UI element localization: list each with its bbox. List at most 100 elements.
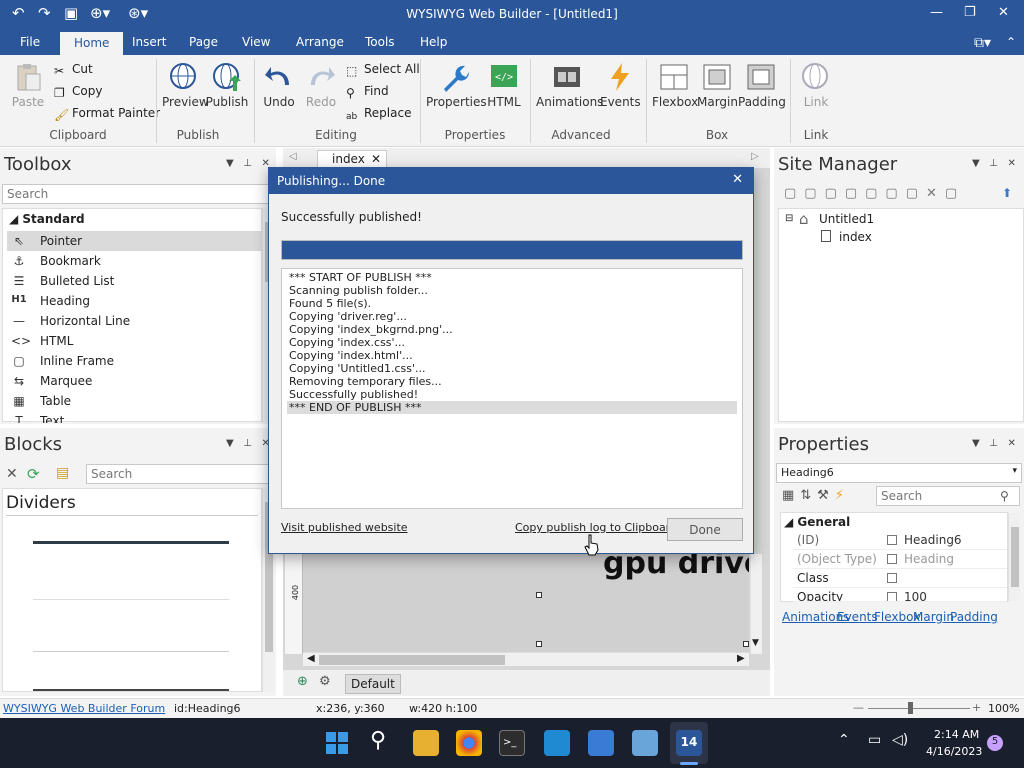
resize-handle[interactable] [536, 592, 542, 598]
scroll-thumb[interactable] [1011, 527, 1019, 587]
clock-date[interactable]: 4/16/2023 [926, 745, 982, 758]
blocks-search-input[interactable]: Search [86, 464, 272, 484]
scroll-down-icon[interactable]: ▼ [752, 638, 759, 648]
edit-icon[interactable] [887, 573, 897, 583]
margin-button[interactable]: Margin [697, 61, 738, 109]
properties-toolbar[interactable]: ▦⇅⚒⚡ [782, 488, 850, 503]
tray-chevron-icon[interactable]: ⌃ [838, 732, 850, 748]
toolbox-item-html[interactable]: <> HTML [7, 331, 263, 351]
layer-settings-icon[interactable]: ⚙ [319, 674, 331, 689]
app-icon[interactable] [544, 730, 570, 756]
menu-insert[interactable]: Insert [132, 35, 166, 49]
preview-button[interactable]: Preview [162, 61, 209, 109]
zoom-slider-thumb[interactable] [908, 702, 913, 714]
tab-scroll-left-icon[interactable]: ◁ [289, 151, 297, 162]
toolbox-item-inline-frame[interactable]: ▢ Inline Frame [7, 351, 263, 371]
toolbox-item-bulleted-list[interactable]: ☰ Bulleted List [7, 271, 263, 291]
divider-sample-thin[interactable] [33, 599, 229, 600]
terminal-icon[interactable]: >_ [499, 730, 525, 756]
layer-default[interactable]: Default [345, 674, 401, 694]
menu-page[interactable]: Page [189, 35, 218, 49]
redo-button[interactable]: Redo [304, 61, 338, 109]
scroll-right-icon[interactable]: ▶ [737, 653, 745, 664]
windows-start-icon[interactable] [324, 730, 350, 756]
toolbox-item-text[interactable]: T Text [7, 411, 263, 423]
property-row-object-type[interactable]: (Object Type) Heading [793, 550, 1007, 569]
link-padding[interactable]: Padding [950, 610, 998, 624]
move-up-icon[interactable]: ⬆ [1002, 186, 1012, 200]
edit-icon[interactable] [887, 592, 897, 601]
menu-arrange[interactable]: Arrange [296, 35, 344, 49]
find-button[interactable]: ⚲ Find [346, 84, 389, 100]
zoom-out-icon[interactable]: — [853, 701, 864, 714]
padding-button[interactable]: Padding [738, 61, 786, 109]
tree-page-index[interactable]: index [839, 230, 872, 244]
collapse-ribbon-icon[interactable]: ⌃ [1006, 35, 1016, 49]
properties-button[interactable]: Properties [426, 61, 487, 109]
menu-tools[interactable]: Tools [365, 35, 395, 49]
property-row-opacity[interactable]: Opacity 100 [793, 588, 1007, 602]
close-tab-icon[interactable]: ✕ [371, 152, 381, 166]
events-button[interactable]: Events [600, 61, 641, 109]
blocks-pane-buttons[interactable]: ▼ ⊥ ✕ [226, 438, 270, 449]
zoom-in-icon[interactable]: + [972, 701, 981, 714]
copy-log-link[interactable]: Copy publish log to Clipboard [515, 521, 677, 534]
notepad-icon[interactable] [588, 730, 614, 756]
format-painter-button[interactable]: 🖌 Format Painter [54, 106, 160, 122]
divider-sample-thick[interactable] [33, 541, 229, 544]
volume-icon[interactable]: ◁) [892, 732, 908, 748]
menu-help[interactable]: Help [420, 35, 447, 49]
menu-file[interactable]: File [20, 35, 40, 49]
toolbox-pane-buttons[interactable]: ▼ ⊥ ✕ [226, 158, 270, 169]
toolbox-item-heading[interactable]: H1 Heading [7, 291, 263, 311]
zoom-slider[interactable] [868, 708, 970, 709]
html-button[interactable]: </> HTML [484, 61, 524, 109]
toolbox-search-input[interactable]: Search [2, 184, 272, 204]
property-row-id[interactable]: (ID) Heading6 [793, 531, 1007, 550]
properties-scrollbar[interactable] [1008, 513, 1020, 601]
property-row-class[interactable]: Class [793, 569, 1007, 588]
animations-button[interactable]: Animations [536, 61, 603, 109]
resize-handle[interactable] [743, 641, 749, 647]
toolbox-item-horizontal-line[interactable]: — Horizontal Line [7, 311, 263, 331]
divider-sample-bottom[interactable] [33, 689, 229, 691]
design-canvas[interactable]: gpu driver [303, 546, 749, 654]
tab-scroll-right-icon[interactable]: ▷ [751, 151, 759, 162]
refresh-icon[interactable]: ⟳ [27, 465, 40, 483]
site-manager-toolbar[interactable]: ▢▢▢▢▢▢▢✕▢ [784, 186, 965, 201]
chrome-icon[interactable] [456, 730, 482, 756]
menu-home[interactable]: Home [60, 32, 124, 55]
toolbox-item-marquee[interactable]: ⇆ Marquee [7, 371, 263, 391]
forum-link[interactable]: WYSIWYG Web Builder Forum [3, 702, 165, 715]
tree-project[interactable]: Untitled1 [819, 212, 874, 226]
link-button[interactable]: Link [798, 61, 834, 109]
site-manager-pane-buttons[interactable]: ▼ ⊥ ✕ [972, 158, 1016, 169]
scroll-left-icon[interactable]: ◀ [307, 653, 315, 664]
notification-badge[interactable]: 5 [987, 735, 1003, 751]
folder-icon[interactable]: ▤ [56, 465, 69, 481]
properties-search-input[interactable]: Search [876, 486, 1020, 506]
toolbox-category-standard[interactable]: ◢ Standard [9, 212, 85, 226]
toolbox-item-table[interactable]: ▦ Table [7, 391, 263, 411]
close-icon[interactable]: ✕ [998, 5, 1009, 20]
tab-index[interactable]: index ✕ [317, 150, 387, 168]
property-section-general[interactable]: ◢ General [784, 515, 850, 529]
wysiwyg-web-builder-icon[interactable]: 14 [676, 730, 702, 756]
file-explorer-icon[interactable] [413, 730, 439, 756]
replace-button[interactable]: ab Replace [346, 106, 411, 125]
link-margin[interactable]: Margin [913, 610, 954, 624]
image-viewer-icon[interactable] [632, 730, 658, 756]
toolbox-item-bookmark[interactable]: ⚓ Bookmark [7, 251, 263, 271]
link-events[interactable]: Events [837, 610, 878, 624]
toolbox-item-pointer[interactable]: ⇖ Pointer [7, 231, 263, 251]
network-icon[interactable]: ▭ [868, 732, 881, 748]
add-layer-icon[interactable]: ⊕ [297, 674, 308, 689]
edit-icon[interactable] [887, 535, 897, 545]
search-icon[interactable]: ⚲ [370, 728, 386, 753]
editor-vscroll[interactable]: ▼ [750, 554, 762, 654]
minimize-icon[interactable]: — [930, 5, 943, 20]
copy-button[interactable]: ❐ Copy [54, 84, 102, 100]
menu-view[interactable]: View [242, 35, 270, 49]
paste-button[interactable]: Paste [10, 61, 46, 109]
flexbox-button[interactable]: Flexbox [652, 61, 698, 109]
